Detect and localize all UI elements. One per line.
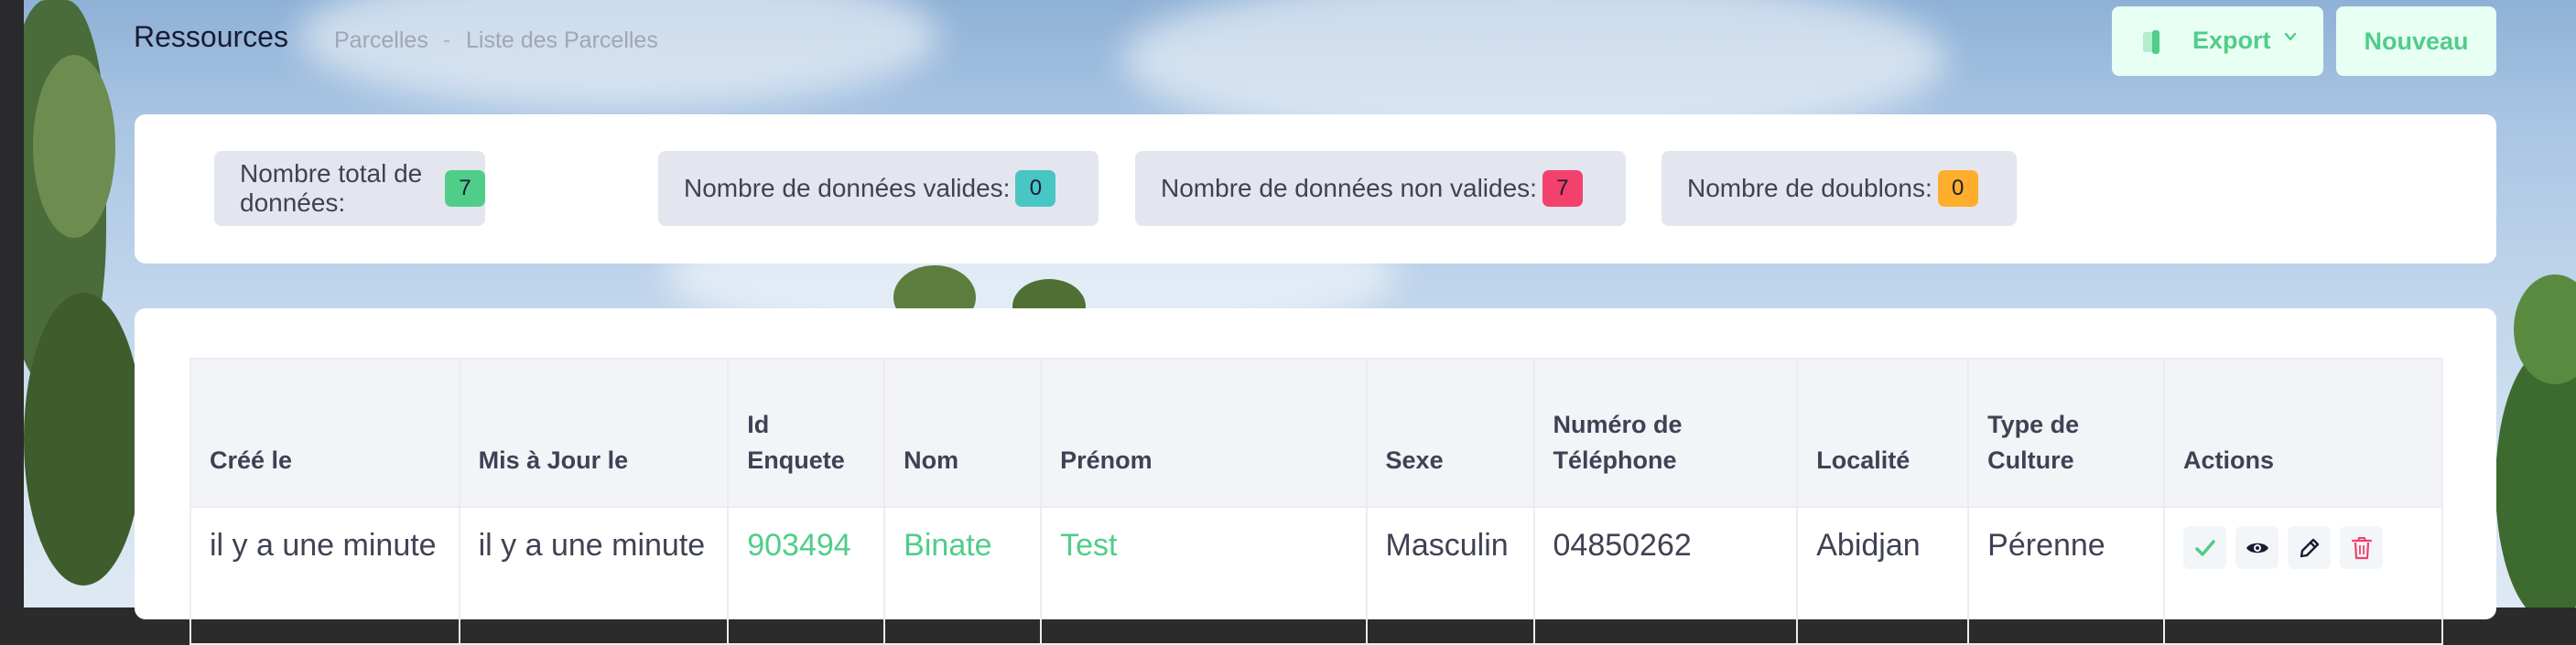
new-button[interactable]: Nouveau xyxy=(2336,6,2496,76)
stat-duplicates-label: Nombre de doublons: xyxy=(1687,174,1932,202)
new-label: Nouveau xyxy=(2364,27,2469,55)
cell-nom-link[interactable]: Binate xyxy=(883,506,1043,645)
col-header-localite[interactable]: Localité xyxy=(1796,358,1970,508)
pencil-icon xyxy=(2300,538,2319,557)
view-button[interactable] xyxy=(2235,526,2279,569)
left-edge-bar xyxy=(0,0,24,607)
col-header-updated[interactable]: Mis à Jour le xyxy=(458,358,730,508)
export-label: Export xyxy=(2192,27,2271,54)
col-header-telephone[interactable]: Numéro de Téléphone xyxy=(1532,358,1799,508)
col-header-culture[interactable]: Type de Culture xyxy=(1967,358,2166,508)
export-file-icon xyxy=(2143,30,2159,54)
col-header-prenom[interactable]: Prénom xyxy=(1040,358,1368,508)
cell-culture: Pérenne xyxy=(1967,506,2166,645)
eye-icon xyxy=(2246,543,2268,553)
cell-localite: Abidjan xyxy=(1796,506,1970,645)
stat-duplicates: Nombre de doublons: 0 xyxy=(1661,151,2017,226)
stat-invalid-label: Nombre de données non valides: xyxy=(1161,174,1537,202)
page-title: Ressources xyxy=(134,20,288,53)
stat-valid: Nombre de données valides: 0 xyxy=(658,151,1099,226)
breadcrumb-liste-parcelles: Liste des Parcelles xyxy=(466,27,658,53)
cell-updated: il y a une minute xyxy=(458,506,730,645)
cell-sexe: Masculin xyxy=(1365,506,1535,645)
trash-icon xyxy=(2351,536,2372,559)
cell-telephone: 04850262 xyxy=(1532,506,1799,645)
table-header-row: Créé le Mis à Jour le Id Enquete Nom Pré… xyxy=(189,358,2443,508)
validate-button[interactable] xyxy=(2183,526,2227,569)
stats-card: Nombre total de données: 7 Nombre de don… xyxy=(135,114,2496,263)
table-card: Créé le Mis à Jour le Id Enquete Nom Pré… xyxy=(135,308,2496,645)
breadcrumb-separator xyxy=(444,40,449,42)
chevron-down-icon xyxy=(2284,32,2297,41)
cell-prenom-link[interactable]: Test xyxy=(1040,506,1368,645)
col-header-actions: Actions xyxy=(2163,358,2443,508)
stat-duplicates-badge: 0 xyxy=(1937,170,1978,207)
table-row: il y a une minute il y a une minute 9034… xyxy=(189,506,2443,645)
stat-valid-label: Nombre de données valides: xyxy=(684,174,1011,202)
cell-actions xyxy=(2163,506,2443,645)
export-button[interactable]: Export xyxy=(2112,6,2323,76)
breadcrumb-parcelles[interactable]: Parcelles xyxy=(334,27,428,54)
edit-button[interactable] xyxy=(2288,526,2332,569)
stat-total-badge: 7 xyxy=(445,170,485,207)
parcelles-table: Créé le Mis à Jour le Id Enquete Nom Pré… xyxy=(189,358,2443,645)
col-header-created[interactable]: Créé le xyxy=(189,358,460,508)
delete-button[interactable] xyxy=(2340,526,2384,569)
stat-total-label: Nombre total de données: xyxy=(240,159,423,217)
stat-invalid-badge: 7 xyxy=(1542,170,1583,207)
check-icon xyxy=(2194,539,2215,556)
stat-total: Nombre total de données: 7 xyxy=(214,151,485,226)
stat-valid-badge: 0 xyxy=(1015,170,1056,207)
col-header-sexe[interactable]: Sexe xyxy=(1365,358,1535,508)
col-header-id[interactable]: Id Enquete xyxy=(727,358,886,508)
cell-created: il y a une minute xyxy=(189,506,460,645)
cell-id-link[interactable]: 903494 xyxy=(727,506,886,645)
stat-invalid: Nombre de données non valides: 7 xyxy=(1135,151,1626,226)
col-header-nom[interactable]: Nom xyxy=(883,358,1043,508)
